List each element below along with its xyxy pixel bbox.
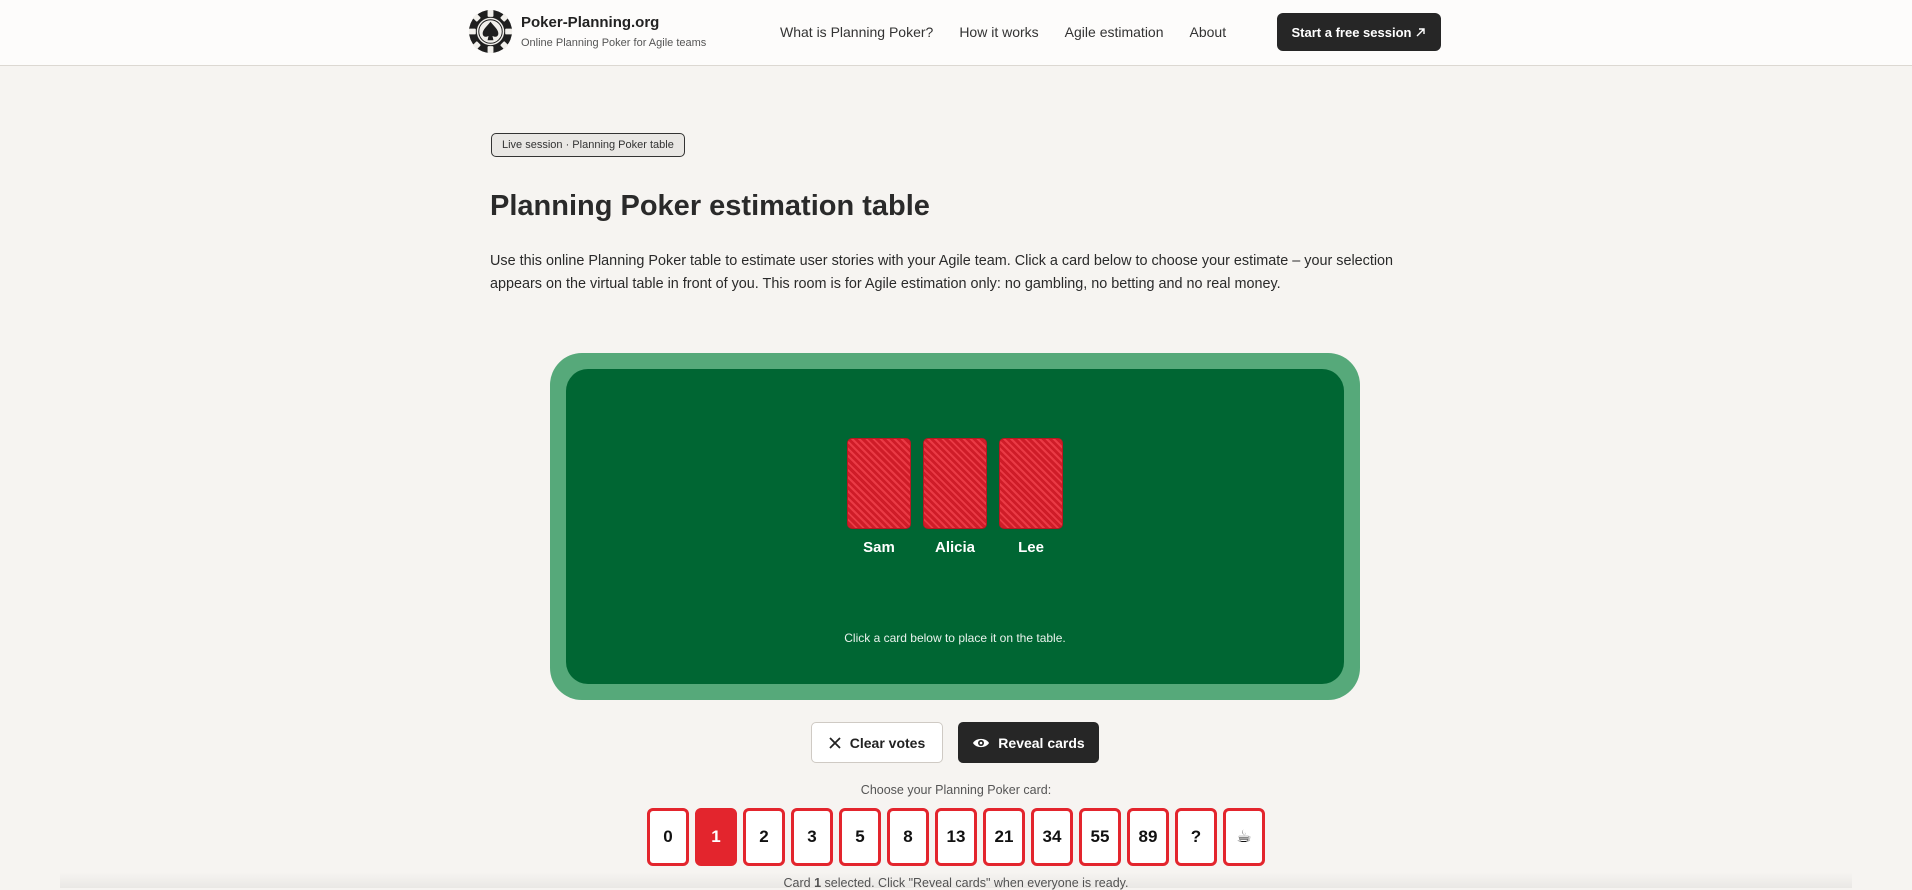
player-seat: Alicia [923,438,987,556]
card-deck: 0 1 2 3 5 8 13 21 34 55 89 ? ☕ [647,808,1265,866]
player-name: Sam [863,539,895,556]
player-name: Alicia [934,539,976,556]
eye-icon [973,738,990,747]
clear-votes-button[interactable]: Clear votes [811,722,943,763]
estimate-card[interactable]: 2 [743,808,785,866]
estimate-card[interactable]: 8 [887,808,929,866]
start-free-session-button[interactable]: Start a free session [1277,13,1441,51]
estimate-card[interactable]: 34 [1031,808,1073,866]
nav-what-is-planning-poker[interactable]: What is Planning Poker? [780,23,933,41]
player-seat: Sam [847,438,911,556]
close-icon [829,736,841,749]
estimate-card[interactable]: ? [1175,808,1217,866]
clear-votes-label: Clear votes [849,734,926,751]
table-hint: Click a card below to place it on the ta… [844,631,1066,645]
player-seats: Sam Alicia Lee [847,438,1063,556]
reveal-cards-button[interactable]: Reveal cards [958,722,1099,763]
estimate-card[interactable]: 55 [1079,808,1121,866]
nav-agile-estimation[interactable]: Agile estimation [1065,23,1164,41]
estimate-card[interactable]: 0 [647,808,689,866]
nav-about[interactable]: About [1190,23,1227,41]
poker-table: Sam Alicia Lee Click a card below to pla… [550,353,1360,700]
face-down-card [999,438,1063,529]
estimate-card[interactable]: 5 [839,808,881,866]
face-down-card [847,438,911,529]
brand-name: Poker-Planning.org [521,13,660,31]
session-badge: Live session · Planning Poker table [491,133,685,157]
brand-tagline: Online Planning Poker for Agile teams [521,36,707,49]
face-down-card [923,438,987,529]
estimate-card[interactable]: 13 [935,808,977,866]
poker-chip-spade-icon [468,9,513,54]
estimate-card-selected[interactable]: 1 [695,808,737,866]
intro-text: Use this online Planning Poker table to … [490,253,1394,292]
brand[interactable]: Poker-Planning.org Online Planning Poker… [468,9,706,54]
deck-prompt: Choose your Planning Poker card: [860,783,1052,797]
coffee-break-card[interactable]: ☕ [1223,808,1265,866]
external-arrow-icon [1416,27,1426,36]
table-felt: Sam Alicia Lee Click a card below to pla… [566,369,1344,684]
nav-how-it-works[interactable]: How it works [959,23,1038,41]
site-header: Poker-Planning.org Online Planning Poker… [0,0,1912,66]
cta-label: Start a free session [1291,24,1412,40]
estimate-card[interactable]: 21 [983,808,1025,866]
estimate-card[interactable]: 3 [791,808,833,866]
main-nav: What is Planning Poker? How it works Agi… [780,23,1226,41]
player-seat: Lee [999,438,1063,556]
page-title: Planning Poker estimation table [490,190,930,222]
estimate-card[interactable]: 89 [1127,808,1169,866]
reveal-cards-label: Reveal cards [998,734,1085,751]
player-name: Lee [1018,539,1044,556]
